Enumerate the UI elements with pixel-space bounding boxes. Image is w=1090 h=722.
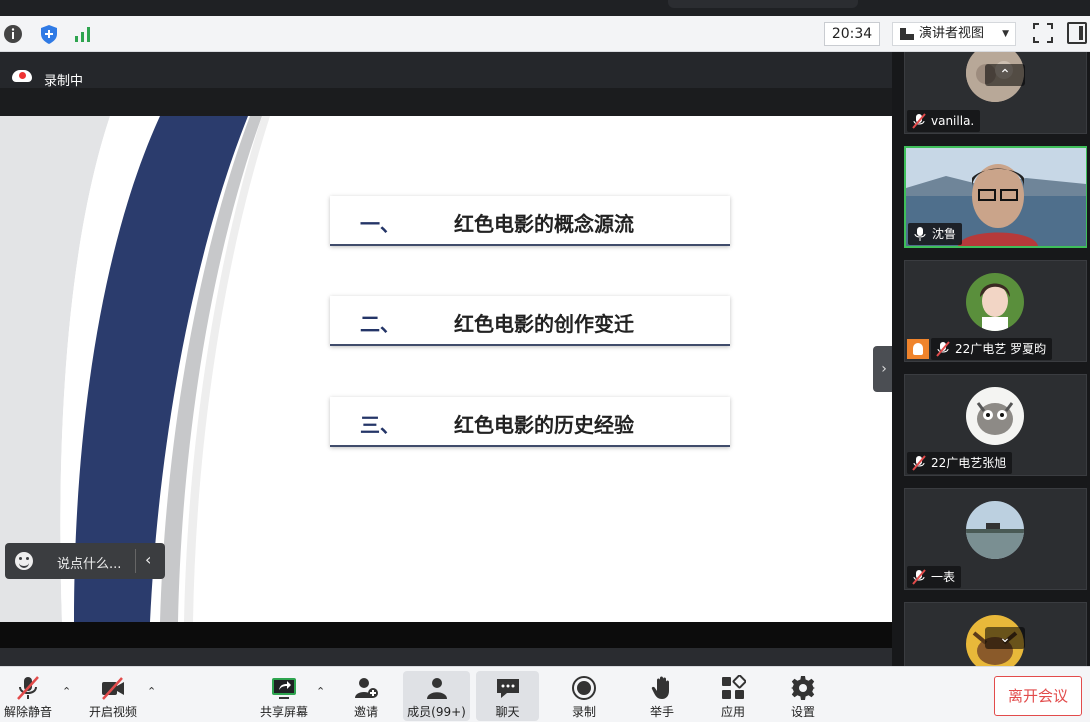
record-icon (572, 676, 596, 700)
slide-item-1: 一、 红色电影的概念源流 (330, 196, 730, 246)
chevron-up-icon[interactable]: ⌃ (62, 685, 71, 698)
chevron-down-icon[interactable]: ⌄ (985, 627, 1025, 649)
screen-bottom-strip (0, 648, 892, 666)
raise-hand-button[interactable]: 举手 (642, 671, 682, 721)
add-user-icon (355, 678, 378, 698)
participant-tile[interactable]: 一表 (904, 488, 1087, 590)
quick-chat-input[interactable]: 说点什么... ‹ (5, 543, 165, 579)
apps-icon (722, 675, 746, 699)
chat-label: 聊天 (495, 705, 520, 719)
start-video-button[interactable]: 开启视频 (84, 671, 142, 721)
settings-label: 设置 (790, 705, 815, 719)
participant-name: vanilla. (931, 114, 975, 128)
network-signal-icon[interactable] (72, 23, 94, 45)
slide-item-text: 红色电影的历史经验 (454, 413, 634, 437)
recording-label: 录制中 (44, 74, 84, 89)
participant-tile[interactable]: 22广电艺 罗夏昀 (904, 260, 1087, 362)
slide-letterbox (0, 622, 892, 648)
record-label: 录制 (571, 705, 596, 719)
mic-muted-icon (936, 341, 950, 357)
participant-tile-active-speaker[interactable]: 沈鲁 (904, 146, 1087, 248)
recording-status-bar: 录制中 (0, 52, 892, 89)
chat-icon (496, 679, 519, 698)
slide-item-2: 二、 红色电影的创作变迁 (330, 296, 730, 346)
slide-item-3: 三、 红色电影的历史经验 (330, 397, 730, 447)
chevron-left-icon[interactable]: ‹ (145, 550, 151, 569)
mic-muted-icon (912, 455, 926, 471)
layout-icon (900, 28, 914, 40)
participant-name-tag: 一表 (907, 566, 962, 588)
cloud-record-icon (12, 70, 32, 82)
mic-icon (914, 227, 926, 241)
avatar (966, 387, 1024, 445)
invite-label: 邀请 (353, 705, 378, 719)
info-icon[interactable] (2, 23, 24, 45)
chevron-up-icon[interactable]: ⌃ (316, 685, 325, 698)
participant-name-tag: vanilla. (907, 110, 981, 132)
unmute-label: 解除静音 (3, 705, 52, 719)
side-panel-toggle-icon[interactable] (1067, 22, 1087, 44)
slide-item-number: 二、 (360, 312, 400, 336)
participant-name: 沈鲁 (932, 227, 957, 241)
slide-item-number: 一、 (360, 212, 400, 236)
participant-video-panel: ⌃ vanilla. 沈鲁 22广电艺 罗夏昀 22广电艺张旭 一表 ⌄ (892, 52, 1090, 666)
hand-icon (651, 676, 669, 699)
apps-label: 应用 (720, 705, 745, 719)
divider (135, 549, 136, 573)
apps-button[interactable]: 应用 (713, 671, 753, 721)
top-notification-bar (668, 0, 858, 8)
fullscreen-icon[interactable] (1032, 22, 1054, 44)
participant-name: 一表 (931, 570, 956, 584)
avatar (966, 273, 1024, 331)
chevron-up-icon[interactable]: ⌃ (147, 685, 156, 698)
mic-muted-icon (17, 676, 39, 700)
gear-icon (791, 676, 815, 700)
speaker-view-dropdown[interactable]: 演讲者视图 ▼ (892, 22, 1016, 46)
members-button[interactable]: 成员(99+) (403, 671, 470, 721)
record-button[interactable]: 录制 (564, 671, 604, 721)
slide-item-text: 红色电影的概念源流 (454, 212, 634, 236)
chat-button[interactable]: 聊天 (476, 671, 539, 721)
raise-hand-label: 举手 (649, 705, 674, 719)
mic-muted-icon (912, 113, 926, 129)
security-shield-icon[interactable] (38, 23, 60, 45)
invite-button[interactable]: 邀请 (346, 671, 386, 721)
meeting-top-bar: 20:34 演讲者视图 ▼ (0, 16, 1090, 52)
slide-item-number: 三、 (360, 413, 400, 437)
participant-tile[interactable]: ⌃ vanilla. (904, 52, 1087, 134)
share-screen-label: 共享屏幕 (259, 705, 308, 719)
participant-tile[interactable]: 22广电艺张旭 (904, 374, 1087, 476)
shared-screen-area: 录制中 一、 红色电影的概念源流 二、 红色电影的创作变迁 三、 红色电影的历史… (0, 52, 892, 666)
meeting-clock: 20:34 (824, 22, 880, 46)
chat-placeholder[interactable]: 说点什么... (57, 553, 121, 572)
settings-button[interactable]: 设置 (783, 671, 823, 721)
participant-tile[interactable]: ⌄ (904, 602, 1087, 666)
leave-meeting-button[interactable]: 离开会议 (994, 676, 1082, 716)
participant-name-tag: 22广电艺张旭 (907, 452, 1013, 474)
participant-name-tag: 22广电艺 罗夏昀 (931, 338, 1053, 360)
view-label: 演讲者视图 (919, 26, 985, 41)
video-off-icon (102, 677, 124, 700)
participant-name: 22广电艺 罗夏昀 (955, 342, 1047, 356)
members-icon (426, 678, 447, 699)
start-video-label: 开启视频 (88, 705, 137, 719)
meeting-toolbar: 解除静音 ⌃ 开启视频 ⌃ 共享屏幕 ⌃ 邀请 成员(99+) 聊天 录制 举手… (0, 666, 1090, 722)
slide-item-text: 红色电影的创作变迁 (454, 312, 634, 336)
share-screen-button[interactable]: 共享屏幕 (254, 671, 314, 721)
avatar (966, 501, 1024, 559)
chevron-up-icon[interactable]: ⌃ (985, 64, 1025, 86)
emoji-icon[interactable] (15, 552, 33, 570)
chevron-down-icon: ▼ (1002, 29, 1009, 39)
participant-name: 22广电艺张旭 (931, 456, 1007, 470)
participant-name-tag: 沈鲁 (908, 223, 963, 245)
share-screen-icon (272, 678, 296, 699)
unmute-button[interactable]: 解除静音 (0, 671, 56, 721)
host-badge-icon (907, 339, 929, 359)
mic-muted-icon (912, 569, 926, 585)
members-label: 成员(99+) (407, 705, 466, 719)
